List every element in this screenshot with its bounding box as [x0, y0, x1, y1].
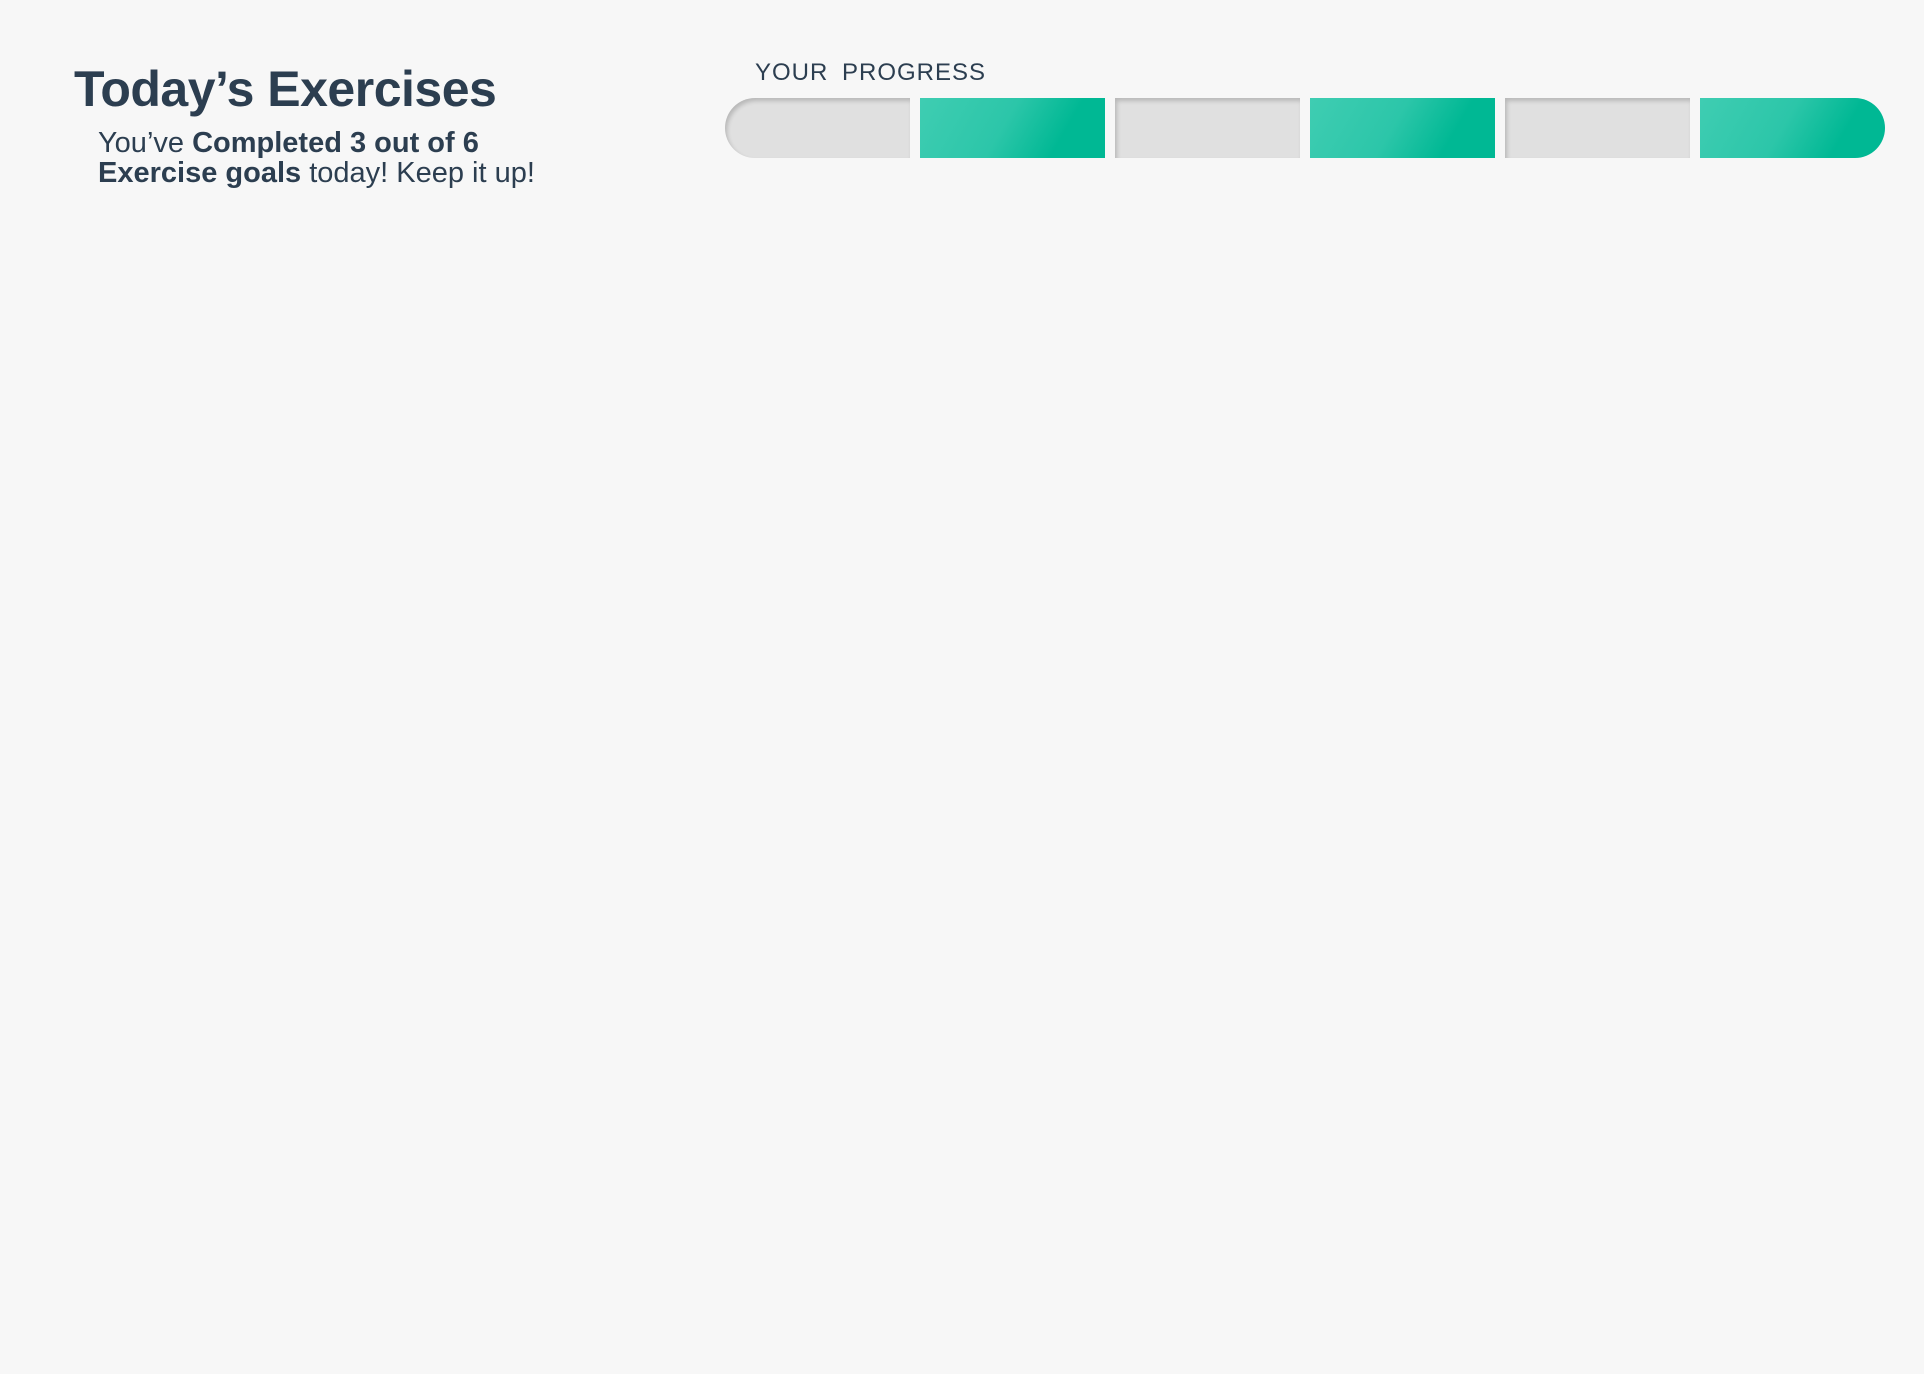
progress-segment-6-complete — [1700, 98, 1885, 158]
progress-segment-3-incomplete — [1115, 98, 1300, 158]
progress-section: YOUR PROGRESS — [725, 58, 1885, 158]
progress-summary: You’ve Completed 3 out of 6 Exercise goa… — [98, 128, 578, 188]
progress-segment-1-incomplete — [725, 98, 910, 158]
progress-segment-4-complete — [1310, 98, 1495, 158]
progress-bar — [725, 98, 1885, 158]
summary-prefix: You’ve — [98, 127, 193, 159]
page-title: Today’s Exercises — [74, 61, 497, 117]
summary-suffix: today! Keep it up! — [301, 157, 535, 189]
progress-segment-2-complete — [920, 98, 1105, 158]
exercise-dashboard: Today’s Exercises You’ve Completed 3 out… — [0, 0, 1924, 1374]
progress-label: YOUR PROGRESS — [755, 59, 987, 86]
progress-segment-5-incomplete — [1505, 98, 1690, 158]
intro-section: Today’s Exercises You’ve Completed 3 out… — [74, 58, 634, 188]
